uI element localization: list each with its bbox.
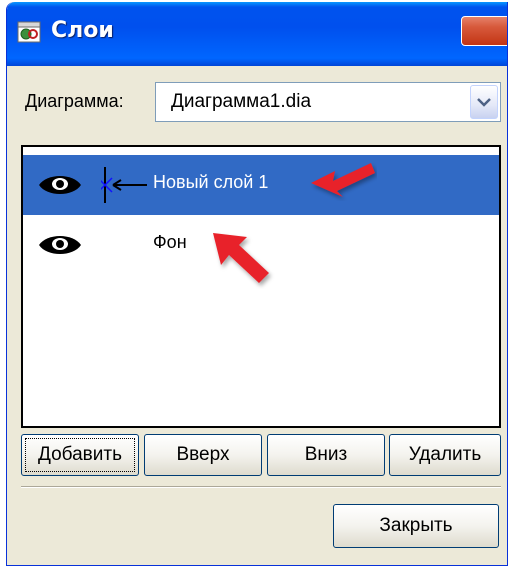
dia-layers-icon — [17, 21, 41, 43]
layers-list[interactable]: Новый слой 1 Фон — [21, 145, 501, 428]
eye-icon[interactable] — [37, 231, 83, 259]
annotation-arrow-icon — [311, 163, 375, 197]
annotation-arrow-icon — [213, 233, 269, 283]
close-button[interactable]: Закрыть — [333, 504, 499, 548]
layer-name: Новый слой 1 — [153, 172, 269, 192]
layer-row[interactable]: Новый слой 1 — [23, 155, 499, 215]
close-window-button[interactable] — [461, 16, 507, 46]
move-layer-down-button[interactable]: Вниз — [267, 434, 385, 476]
dropdown-button[interactable] — [470, 85, 498, 119]
move-layer-up-button[interactable]: Вверх — [144, 434, 262, 476]
eye-icon[interactable] — [37, 171, 83, 199]
window-title: Слои — [51, 18, 114, 43]
title-bar[interactable]: Слои — [7, 2, 507, 66]
diagram-selected-value: Диаграмма1.dia — [171, 91, 312, 112]
delete-layer-button[interactable]: Удалить — [389, 434, 501, 476]
diagram-label: Диаграмма: — [25, 91, 124, 111]
connectable-icon[interactable] — [101, 165, 151, 205]
dialog-body: Диаграмма: Диаграмма1.dia Новый слой 1 Ф… — [7, 66, 507, 565]
layers-dialog: Слои Диаграмма: Диаграмма1.dia Новый сло… — [6, 2, 508, 566]
layer-name: Фон — [153, 232, 187, 252]
diagram-select[interactable]: Диаграмма1.dia — [155, 82, 501, 122]
divider — [21, 486, 501, 488]
add-layer-button[interactable]: Добавить — [21, 434, 139, 476]
chevron-down-icon — [477, 98, 491, 107]
